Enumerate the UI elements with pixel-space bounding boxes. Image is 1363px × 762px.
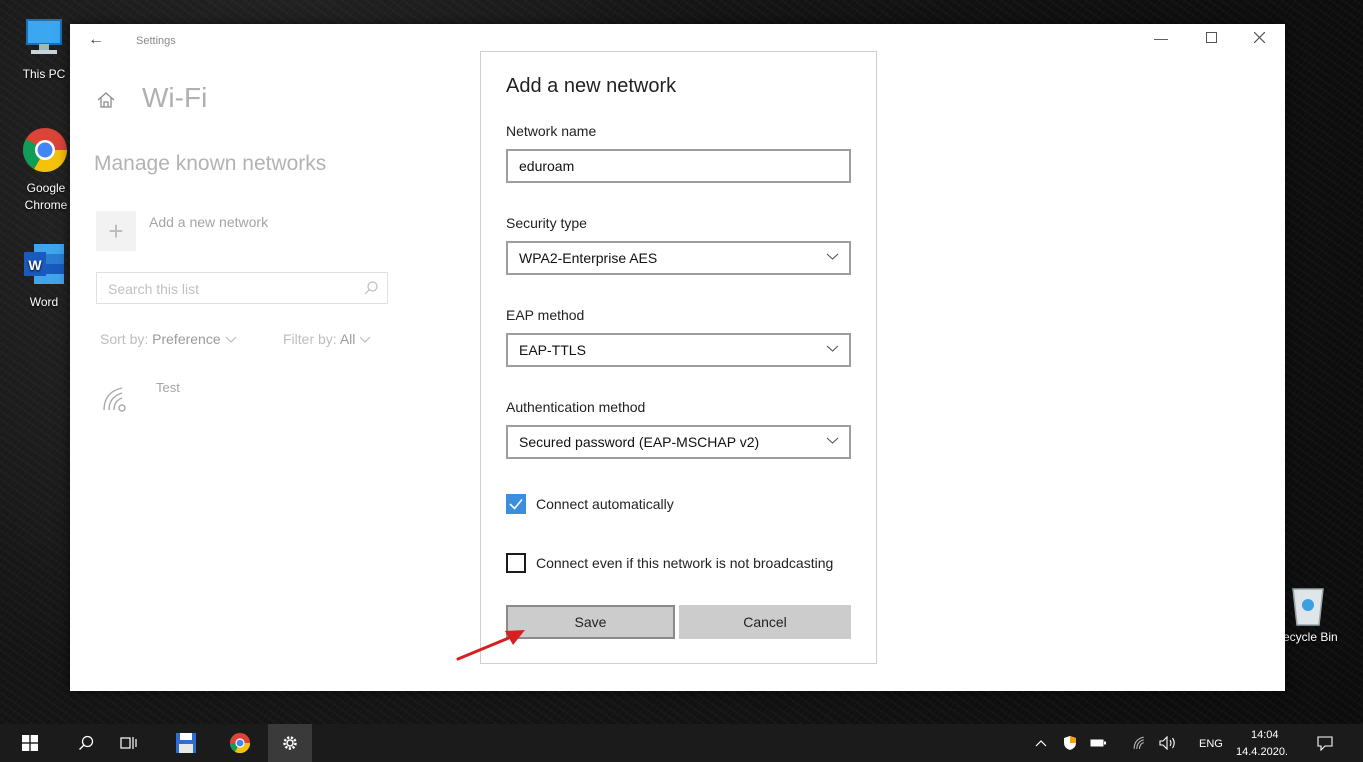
chevron-down-icon: [826, 345, 839, 352]
recycle-bin-icon: [1292, 588, 1324, 626]
battery-tray-button[interactable]: [1086, 724, 1110, 762]
chevron-down-icon: [359, 336, 371, 343]
add-network-button[interactable]: +: [96, 211, 136, 251]
plus-icon: +: [108, 216, 124, 246]
filter-value: All: [339, 331, 356, 347]
chevron-down-icon: [826, 253, 839, 260]
chevron-down-icon: [225, 336, 236, 343]
add-network-label[interactable]: Add a new network: [149, 214, 268, 230]
taskbar-search-button[interactable]: [70, 724, 102, 762]
start-button[interactable]: [14, 724, 46, 762]
eap-method-label: EAP method: [506, 307, 585, 323]
page-title: Wi-Fi: [142, 82, 208, 113]
add-network-dialog: Add a new network Network name Security …: [480, 51, 877, 664]
computer-icon: [26, 19, 62, 54]
security-type-value: WPA2-Enterprise AES: [519, 250, 658, 266]
security-tray-button[interactable]: [1058, 724, 1082, 762]
desktop-icon-label: Google Chrome: [24, 181, 68, 212]
search-list-box[interactable]: [96, 272, 388, 305]
home-icon[interactable]: [96, 90, 116, 110]
network-tray-button[interactable]: [1128, 724, 1152, 762]
task-view-icon: [120, 737, 137, 749]
app-title: Settings: [136, 35, 176, 47]
desktop-icon-this-pc[interactable]: This PC: [12, 16, 76, 82]
maximize-button[interactable]: [1188, 30, 1234, 46]
connect-automatically-checkbox[interactable]: [506, 494, 526, 514]
connect-hidden-checkbox[interactable]: [506, 553, 526, 573]
windows-icon: [22, 735, 38, 751]
red-arrow-annotation: [456, 630, 525, 661]
clock-time[interactable]: 14:04: [1251, 729, 1279, 741]
gear-icon: [283, 736, 297, 750]
clock-date[interactable]: 14.4.2020.: [1236, 746, 1288, 758]
input-language-indicator[interactable]: ENG: [1199, 738, 1223, 750]
action-center-button[interactable]: [1310, 724, 1340, 762]
close-icon: [1253, 31, 1265, 44]
sort-value: Preference: [152, 331, 221, 347]
chrome-icon: [229, 732, 251, 754]
word-icon: W: [24, 244, 64, 284]
search-icon[interactable]: [363, 280, 379, 296]
eap-method-select[interactable]: EAP-TTLS: [506, 333, 851, 367]
known-network-name[interactable]: Test: [156, 380, 180, 395]
search-icon: [79, 735, 94, 750]
connect-hidden-label: Connect even if this network is not broa…: [536, 555, 834, 571]
desktop-icon-label: Word: [29, 295, 59, 309]
auth-method-select[interactable]: Secured password (EAP-MSCHAP v2): [506, 425, 851, 459]
wifi-icon: [1133, 736, 1144, 749]
chevron-down-icon: [826, 437, 839, 444]
desktop-icon-label: This PC: [22, 67, 66, 81]
maximize-icon: [1205, 32, 1217, 43]
sort-dropdown[interactable]: Sort by: Preference: [100, 331, 237, 347]
security-type-select[interactable]: WPA2-Enterprise AES: [506, 241, 851, 275]
sort-prefix: Sort by:: [100, 331, 149, 347]
taskbar-app-settings[interactable]: [268, 724, 312, 762]
minimize-button[interactable]: —: [1138, 30, 1184, 46]
auth-method-label: Authentication method: [506, 399, 646, 415]
save-button[interactable]: Save: [506, 605, 675, 639]
search-input[interactable]: [97, 273, 360, 305]
filter-dropdown[interactable]: Filter by: All: [283, 331, 371, 347]
floppy-disk-icon: [176, 733, 196, 753]
wifi-icon: [103, 387, 126, 412]
security-type-label: Security type: [506, 215, 587, 231]
taskbar-app-chrome[interactable]: [222, 724, 258, 762]
volume-icon: [1159, 736, 1175, 750]
taskbar: ENG 14:04 14.4.2020.: [0, 724, 1363, 762]
filter-prefix: Filter by:: [283, 331, 337, 347]
shield-icon: [1064, 736, 1076, 750]
back-arrow-icon[interactable]: ←: [88, 31, 104, 49]
section-title: Manage known networks: [94, 152, 327, 175]
desktop-icon-label: ecycle Bin: [1283, 630, 1338, 644]
close-button[interactable]: [1236, 30, 1282, 46]
chrome-icon: [23, 128, 67, 172]
chevron-up-icon: [1035, 740, 1047, 747]
cancel-button[interactable]: Cancel: [679, 605, 851, 639]
desktop-icon-google-chrome[interactable]: Google Chrome: [12, 126, 78, 214]
eap-method-value: EAP-TTLS: [519, 342, 586, 358]
auth-method-value: Secured password (EAP-MSCHAP v2): [519, 434, 760, 450]
task-view-button[interactable]: [112, 724, 144, 762]
network-name-label: Network name: [506, 123, 597, 139]
volume-tray-button[interactable]: [1156, 724, 1180, 762]
dialog-title: Add a new network: [506, 75, 677, 97]
show-hidden-icons-button[interactable]: [1030, 724, 1052, 762]
svg-text:W: W: [28, 257, 42, 273]
battery-icon: [1090, 739, 1106, 747]
notification-icon: [1317, 736, 1333, 751]
checkmark-icon: [509, 498, 523, 510]
network-name-input[interactable]: [508, 151, 849, 181]
taskbar-app-save[interactable]: [168, 724, 204, 762]
desktop-icon-recycle-bin[interactable]: ecycle Bin: [1283, 583, 1361, 645]
connect-automatically-label: Connect automatically: [536, 496, 674, 512]
desktop-icon-word[interactable]: W Word: [12, 240, 76, 310]
network-name-field[interactable]: [506, 149, 851, 183]
